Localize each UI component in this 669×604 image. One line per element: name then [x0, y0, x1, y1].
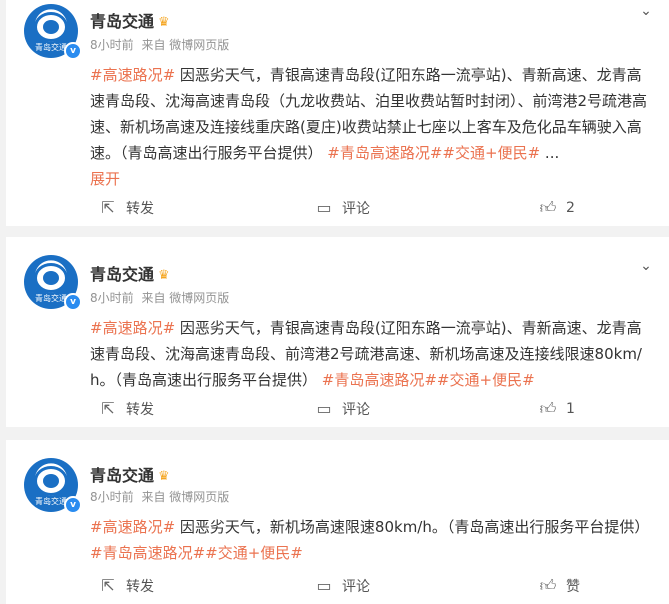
share-button[interactable]: ⇱ 转发 [98, 397, 154, 421]
comment-label: 评论 [342, 402, 370, 418]
thumbs-up-icon: 👍︎ [539, 576, 557, 595]
like-button[interactable]: 👍︎ 1 [538, 397, 575, 421]
post-card: 青岛交通 v 青岛交通 ♛ 8小时前 来自 微博网页版 #高速路况# 因恶劣天气，… [6, 440, 669, 604]
ellipsis: ... [544, 144, 560, 162]
logo-icon [34, 263, 68, 293]
post-actions: ⇱ 转发 ▭ 评论 👍︎ 赞 [6, 574, 669, 598]
expand-link[interactable]: 展开 [90, 170, 120, 188]
topic-tag[interactable]: #高速路况# [90, 319, 175, 337]
comment-icon: ▭ [316, 198, 332, 217]
post-text: #高速路况# 因恶劣天气，新机场高速限速80km/h。（青岛高速出行服务平台提供… [90, 514, 656, 566]
post-text: #高速路况# 因恶劣天气，青银高速青岛段(辽阳东路一流亭站)、青新高速、龙青高速… [90, 315, 656, 393]
comment-button[interactable]: ▭ 评论 [314, 574, 370, 598]
share-icon: ⇱ [101, 399, 115, 418]
comment-label: 评论 [342, 201, 370, 217]
like-button[interactable]: 👍︎ 赞 [538, 574, 580, 598]
author-name[interactable]: 青岛交通 ♛ [90, 261, 170, 285]
post-time[interactable]: 8小时前 [90, 490, 134, 504]
share-icon: ⇱ [101, 198, 115, 217]
share-label: 转发 [126, 402, 154, 418]
verified-badge-icon: v [64, 293, 82, 311]
crown-icon: ♛ [158, 268, 170, 283]
verified-badge-icon: v [64, 42, 82, 60]
topic-tag[interactable]: #高速路况# [90, 518, 175, 536]
chevron-down-icon[interactable]: ⌄ [637, 2, 655, 20]
thumbs-up-icon: 👍︎ [539, 198, 557, 217]
post-actions: ⇱ 转发 ▭ 评论 👍︎ 1 [6, 397, 669, 421]
post-text: #高速路况# 因恶劣天气，青银高速青岛段(辽阳东路一流亭站)、青新高速、龙青高速… [90, 62, 656, 192]
weibo-feed: 青岛交通 v 青岛交通 ♛ 8小时前 来自 微博网页版 ⌄ #高速路况# 因恶劣天… [0, 0, 669, 604]
post-source: 来自 微博网页版 [141, 38, 230, 52]
crown-icon: ♛ [158, 469, 170, 484]
post-meta: 8小时前 来自 微博网页版 [90, 289, 229, 306]
share-button[interactable]: ⇱ 转发 [98, 196, 154, 220]
topic-tag[interactable]: #高速路况# [90, 66, 175, 84]
thumbs-up-icon: 👍︎ [539, 399, 557, 418]
post-source: 来自 微博网页版 [141, 490, 230, 504]
share-label: 转发 [126, 579, 154, 595]
comment-icon: ▭ [316, 399, 332, 418]
like-label: 赞 [566, 579, 580, 595]
post-card: 青岛交通 v 青岛交通 ♛ 8小时前 来自 微博网页版 ⌄ #高速路况# 因恶劣天… [6, 237, 669, 427]
tail-tags[interactable]: #青岛高速路况##交通+便民# [322, 371, 535, 389]
tail-tags[interactable]: #青岛高速路况##交通+便民# [90, 544, 303, 562]
post-source: 来自 微博网页版 [141, 291, 230, 305]
like-label: 1 [566, 401, 575, 417]
author-name[interactable]: 青岛交通 ♛ [90, 8, 170, 32]
verified-badge-icon: v [64, 496, 82, 514]
post-time[interactable]: 8小时前 [90, 38, 134, 52]
logo-icon [34, 466, 68, 496]
crown-icon: ♛ [158, 15, 170, 30]
like-label: 2 [566, 200, 575, 216]
comment-label: 评论 [342, 579, 370, 595]
post-card: 青岛交通 v 青岛交通 ♛ 8小时前 来自 微博网页版 ⌄ #高速路况# 因恶劣天… [6, 0, 669, 226]
share-label: 转发 [126, 201, 154, 217]
logo-icon [34, 12, 68, 42]
tail-tags[interactable]: #青岛高速路况##交通+便民# [327, 144, 540, 162]
comment-button[interactable]: ▭ 评论 [314, 397, 370, 421]
post-actions: ⇱ 转发 ▭ 评论 👍︎ 2 [6, 196, 669, 220]
share-button[interactable]: ⇱ 转发 [98, 574, 154, 598]
author-name[interactable]: 青岛交通 ♛ [90, 462, 170, 486]
post-body: 因恶劣天气，新机场高速限速80km/h。（青岛高速出行服务平台提供） [179, 518, 650, 536]
post-meta: 8小时前 来自 微博网页版 [90, 488, 229, 505]
comment-button[interactable]: ▭ 评论 [314, 196, 370, 220]
post-time[interactable]: 8小时前 [90, 291, 134, 305]
comment-icon: ▭ [316, 576, 332, 595]
share-icon: ⇱ [101, 576, 115, 595]
chevron-down-icon[interactable]: ⌄ [637, 257, 655, 275]
post-meta: 8小时前 来自 微博网页版 [90, 36, 229, 53]
like-button[interactable]: 👍︎ 2 [538, 196, 575, 220]
